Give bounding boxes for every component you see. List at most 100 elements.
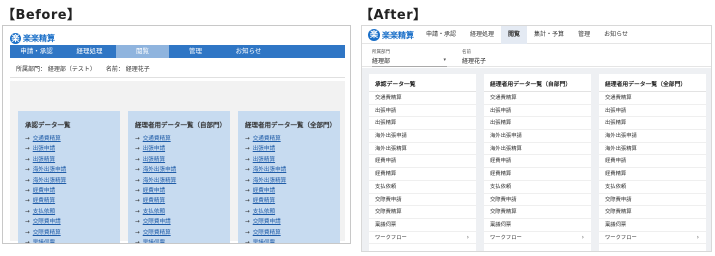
workflow-item[interactable]: ワークフロー [369, 232, 476, 245]
list-item[interactable]: 経費申請 [484, 155, 591, 169]
before-department: 所属部門： 経理部（テスト） [16, 66, 96, 73]
data-link[interactable]: 交際費精算 [135, 228, 230, 238]
after-logo[interactable]: 楽 楽楽精算 [368, 29, 414, 41]
after-nav-item-admin[interactable]: 管理 [571, 26, 597, 44]
after-col-all-dept: 経理者用データ一覧（全部門） 交通費精算 出張申請 出張精算 海外出張申請 海外出張精算経… [599, 74, 706, 251]
list-item[interactable]: 交通費精算 [369, 92, 476, 105]
before-nav-item-notice[interactable]: お知らせ [222, 45, 275, 58]
data-link[interactable]: 出張精算 [245, 155, 340, 165]
data-link[interactable]: 経費申請 [135, 186, 230, 196]
data-link[interactable]: 支払依頼 [135, 207, 230, 217]
list-item[interactable]: 経費精算 [599, 168, 706, 181]
data-link[interactable]: 稟議伺票 [245, 238, 340, 243]
list-item[interactable]: 経費申請 [369, 155, 476, 169]
data-link[interactable]: 海外出張申請 [25, 165, 120, 175]
list-item[interactable]: 海外出張精算 [484, 143, 591, 156]
data-link[interactable]: 出張申請 [245, 144, 340, 154]
data-link[interactable]: 交際費申請 [135, 217, 230, 227]
data-link[interactable]: 支払依頼 [25, 207, 120, 217]
list-item[interactable]: 出張精算 [599, 117, 706, 131]
column-title: 経理者用データ一覧（全部門） [599, 74, 706, 92]
list-item[interactable]: 海外出張申請 [369, 130, 476, 143]
list-item[interactable]: 交際費精算 [369, 206, 476, 219]
data-link[interactable]: 海外出張申請 [245, 165, 340, 175]
before-col-own-dept: 経理者用データ一覧（自部門） 交通費精算出張申請出張精算海外出張申請海外出張精算経… [128, 111, 230, 243]
list-item[interactable]: 交際費精算 [599, 206, 706, 219]
data-link[interactable]: 出張申請 [135, 144, 230, 154]
list-item[interactable]: 海外出張精算 [599, 143, 706, 156]
before-user-info: 所属部門： 経理部（テスト） 名前： 経理花子 [10, 61, 345, 78]
after-nav-item-browse[interactable]: 閲覧 [501, 26, 528, 44]
after-col-approval: 承認データ一覧 交通費精算 出張申請 出張精算 海外出張申請 海外出張精算 経費申請 経費精算… [369, 74, 476, 251]
before-nav-item-application[interactable]: 申請・承認 [10, 45, 63, 58]
list-item[interactable]: 経費申請 [599, 155, 706, 169]
after-nav-item-notice[interactable]: お知らせ [597, 26, 635, 44]
list-item[interactable]: 交際費申請 [369, 194, 476, 207]
data-link[interactable]: 海外出張精算 [25, 176, 120, 186]
list-item[interactable]: 出張申請 [484, 105, 591, 118]
user-name-field: 名前 経理花子 [462, 49, 486, 65]
list-item[interactable]: 海外出張精算 [369, 143, 476, 156]
after-nav-item-application[interactable]: 申請・承認 [419, 26, 463, 44]
list-item[interactable]: 交通費精算 [484, 92, 591, 105]
data-link[interactable]: 海外出張精算 [245, 176, 340, 186]
column-title: 経理者用データ一覧（自部門） [484, 74, 591, 92]
list-item[interactable]: 海外出張申請 [484, 130, 591, 143]
data-link[interactable]: 経費精算 [135, 196, 230, 206]
list-item[interactable]: 稟議伺票 [484, 219, 591, 232]
list-item[interactable]: 交際費申請 [599, 194, 706, 207]
list-item[interactable]: 交通費精算 [599, 92, 706, 105]
after-nav-item-accounting[interactable]: 経理処理 [463, 26, 501, 44]
data-link[interactable]: 交際費申請 [245, 217, 340, 227]
data-link[interactable]: 海外出張精算 [135, 176, 230, 186]
after-nav-item-budget[interactable]: 集計・予算 [527, 26, 571, 44]
data-link[interactable]: 交通費精算 [25, 134, 120, 144]
before-nav-item-accounting[interactable]: 経理処理 [63, 45, 116, 58]
data-link[interactable]: 経費申請 [25, 186, 120, 196]
list-item[interactable]: 経費精算 [369, 168, 476, 181]
data-link[interactable]: 交通費精算 [245, 134, 340, 144]
data-link[interactable]: 経費申請 [245, 186, 340, 196]
data-link[interactable]: 出張精算 [135, 155, 230, 165]
department-value: 経理部 [372, 58, 391, 65]
data-link[interactable]: 出張申請 [25, 144, 120, 154]
data-link[interactable]: 交際費申請 [25, 217, 120, 227]
workflow-item[interactable]: ワークフロー [599, 232, 706, 245]
list-item[interactable]: 交際費精算 [484, 206, 591, 219]
list-item[interactable]: 稟議伺票 [599, 219, 706, 232]
department-select[interactable]: 所属部門 経理部 ▾ [372, 49, 447, 67]
before-logo[interactable]: 楽 楽楽精算 [10, 31, 55, 45]
list-item[interactable]: 支払依頼 [599, 181, 706, 194]
after-col-own-dept: 経理者用データ一覧（自部門） 交通費精算 出張申請 出張精算 海外出張申請 海外出張精算経… [484, 74, 591, 251]
before-nav-item-browse[interactable]: 閲覧 [116, 45, 169, 58]
list-item[interactable]: 稟議伺票 [369, 219, 476, 232]
list-item[interactable]: 交際費申請 [484, 194, 591, 207]
list-item[interactable]: 出張申請 [599, 105, 706, 118]
data-link[interactable]: 経費精算 [245, 196, 340, 206]
list-item[interactable]: 出張精算 [369, 117, 476, 131]
logo-text: 楽楽精算 [382, 30, 414, 40]
list-item[interactable]: 出張申請 [369, 105, 476, 118]
list-item[interactable]: 支払依頼 [484, 181, 591, 194]
before-col-approval: 承認データ一覧交通費精算出張申請出張精算海外出張申請海外出張精算経費申請経費精算… [18, 111, 120, 243]
workflow-item[interactable]: ワークフロー [484, 232, 591, 245]
list-item[interactable]: 経費精算 [484, 168, 591, 181]
data-link[interactable]: 交通費精算 [135, 134, 230, 144]
after-screenshot: 楽 楽楽精算 申請・承認 経理処理 閲覧 集計・予算 管理 お知らせ 所属部門 … [361, 25, 712, 252]
data-link[interactable]: 稟議伺票 [25, 238, 120, 243]
list-item[interactable]: 海外出張申請 [599, 130, 706, 143]
data-link[interactable]: 海外出張申請 [135, 165, 230, 175]
after-content: 承認データ一覧 交通費精算 出張申請 出張精算 海外出張申請 海外出張精算 経費申請 経費精算… [362, 68, 711, 251]
data-link[interactable]: 出張精算 [25, 155, 120, 165]
logo-icon: 楽 [10, 32, 21, 44]
column-title: 承認データ一覧 [369, 74, 476, 92]
department-label: 所属部門 [372, 50, 390, 55]
data-link[interactable]: 交際費精算 [25, 228, 120, 238]
list-item[interactable]: 支払依頼 [369, 181, 476, 194]
data-link[interactable]: 支払依頼 [245, 207, 340, 217]
before-nav-item-admin[interactable]: 管理 [169, 45, 222, 58]
data-link[interactable]: 稟議伺票 [135, 238, 230, 243]
list-item[interactable]: 出張精算 [484, 117, 591, 131]
data-link[interactable]: 経費精算 [25, 196, 120, 206]
data-link[interactable]: 交際費精算 [245, 228, 340, 238]
